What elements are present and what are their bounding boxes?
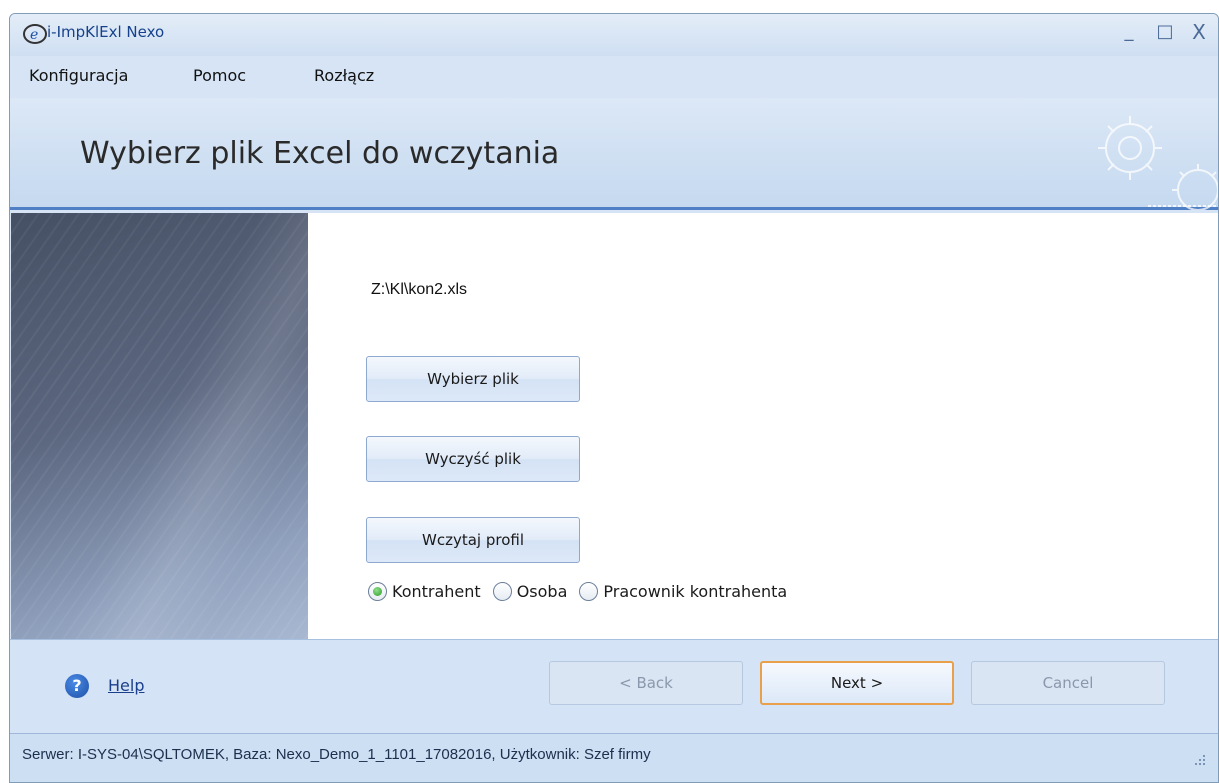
radio-osoba[interactable]: Osoba (492, 581, 568, 601)
back-button[interactable]: < Back (549, 661, 743, 705)
radio-pracownik-kontrahenta[interactable]: Pracownik kontrahenta (579, 581, 788, 601)
radio-kontrahent-indicator[interactable] (368, 581, 387, 601)
cancel-button[interactable]: Cancel (971, 661, 1165, 705)
choose-file-button[interactable]: Wybierz plik (366, 356, 580, 402)
menu-bar: Konfiguracja Pomoc Rozłącz (10, 56, 1218, 98)
side-decoration-panel (11, 213, 308, 639)
radio-osoba-label: Osoba (516, 581, 568, 601)
clear-file-button[interactable]: Wyczyść plik (366, 436, 580, 482)
app-window: e i-ImpKlExl Nexo _ □ X Konfiguracja Pom… (9, 13, 1219, 783)
app-logo-icon: e (23, 24, 47, 44)
next-button[interactable]: Next > (760, 661, 954, 705)
record-type-radio-group: Kontrahent Osoba Pracownik kontrahenta (368, 577, 799, 605)
maximize-button[interactable]: □ (1150, 18, 1180, 46)
menu-item-konfiguracja[interactable]: Konfiguracja (29, 66, 128, 85)
window-title: i-ImpKlExl Nexo (47, 23, 165, 41)
status-bar: Serwer: I-SYS-04\SQLTOMEK, Baza: Nexo_De… (10, 733, 1218, 782)
help-link[interactable]: Help (108, 676, 144, 695)
help-icon[interactable]: ? (65, 674, 89, 698)
radio-kontrahent[interactable]: Kontrahent (368, 581, 481, 601)
page-title: Wybierz plik Excel do wczytania (80, 136, 560, 171)
connection-status-text: Serwer: I-SYS-04\SQLTOMEK, Baza: Nexo_De… (22, 746, 651, 763)
load-profile-button[interactable]: Wczytaj profil (366, 517, 580, 563)
wizard-header: Wybierz plik Excel do wczytania (10, 98, 1218, 210)
minimize-button[interactable]: _ (1114, 18, 1144, 46)
gear-icon (1098, 116, 1218, 210)
radio-pracownik-kontrahenta-indicator[interactable] (579, 581, 599, 601)
title-bar[interactable]: e i-ImpKlExl Nexo _ □ X (10, 14, 1218, 56)
svg-text:e: e (30, 27, 38, 43)
wizard-footer: ? Help < Back Next > Cancel (10, 639, 1218, 733)
selected-file-path: Z:\Kl\kon2.xls (371, 281, 468, 298)
radio-kontrahent-label: Kontrahent (392, 581, 481, 601)
menu-item-pomoc[interactable]: Pomoc (193, 66, 246, 85)
resize-grip-icon[interactable] (1192, 752, 1206, 766)
close-button[interactable]: X (1184, 18, 1214, 46)
wizard-content: Z:\Kl\kon2.xls Wybierz plik Wyczyść plik… (308, 213, 1218, 639)
radio-pracownik-kontrahenta-label: Pracownik kontrahenta (603, 581, 788, 601)
menu-item-rozlacz[interactable]: Rozłącz (314, 66, 374, 85)
radio-osoba-indicator[interactable] (492, 581, 512, 601)
